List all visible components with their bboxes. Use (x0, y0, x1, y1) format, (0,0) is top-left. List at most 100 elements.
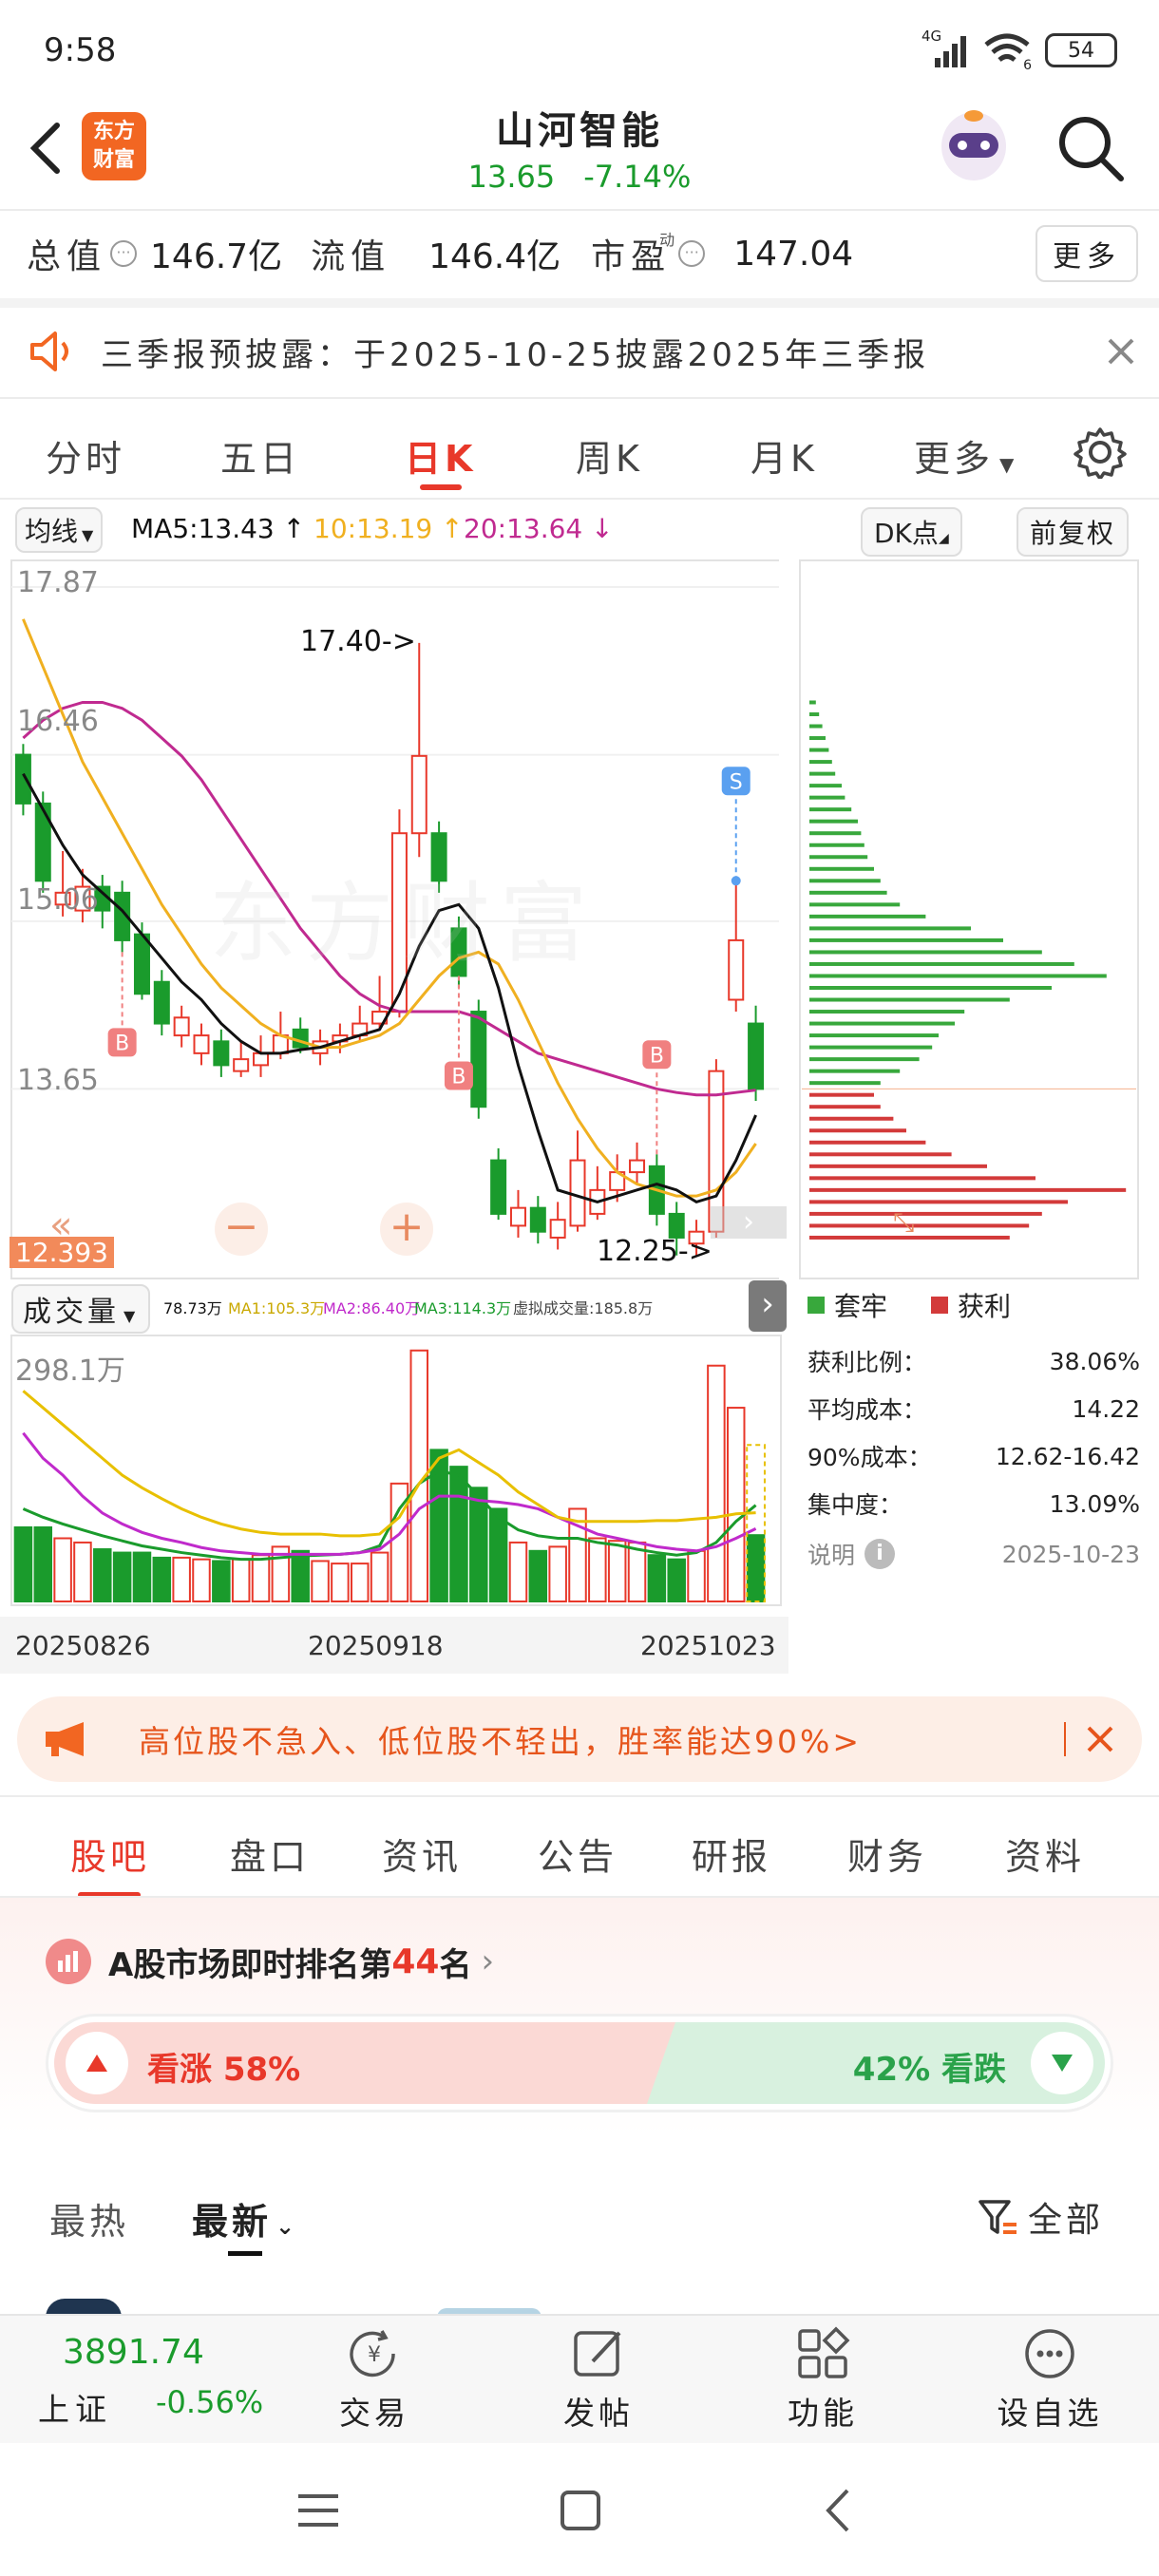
back-button[interactable] (19, 114, 76, 182)
home-icon[interactable] (557, 2487, 604, 2534)
volume-bar (607, 1540, 627, 1603)
tab-five-day[interactable]: 五日 (220, 429, 300, 482)
date-tick: 20250826 (15, 1630, 151, 1661)
promo-banner[interactable]: 高位股不急入、低位股不轻出，胜率能达90%> (17, 1696, 1142, 1782)
indicator-selector[interactable]: 成交量 ▼ (11, 1284, 151, 1334)
battery-icon: 54 (1045, 33, 1117, 67)
signal-marker-label: S (730, 770, 743, 794)
info-icon[interactable]: ··· (678, 240, 706, 267)
candle-body (668, 1212, 685, 1239)
filter-all-button[interactable]: 全部 (977, 2192, 1104, 2242)
index-quote[interactable]: 3891.74 上证 -0.56% (38, 2333, 285, 2437)
chip-stat-label: 平均成本： (808, 1396, 927, 1424)
more-dots-icon (1025, 2329, 1074, 2378)
ranking-suffix: 名 (439, 1945, 472, 1984)
scroll-left-button[interactable]: « (49, 1206, 87, 1244)
chart-tabs: 分时 五日 日K 周K 月K 更多 ▼ (0, 408, 1159, 494)
candle-body (74, 885, 91, 912)
candle-body (133, 933, 150, 995)
adjust-button[interactable]: 前复权 (1016, 507, 1130, 557)
info-icon[interactable]: ··· (110, 240, 138, 267)
recents-icon[interactable] (294, 2487, 342, 2534)
add-watchlist-button[interactable]: 设自选 (988, 2325, 1112, 2439)
expand-arrow-icon: ⤡ (893, 1206, 914, 1238)
ranking-chart-icon (46, 1939, 91, 1984)
search-button[interactable] (1054, 112, 1127, 184)
more-stats-button[interactable]: 更多 (1036, 225, 1138, 282)
volume-bar (112, 1551, 132, 1602)
chip-bar (809, 1152, 952, 1157)
chip-bar (809, 819, 858, 824)
chip-bar (809, 950, 1042, 955)
chip-bar (809, 1187, 1127, 1192)
chip-bar (809, 784, 842, 788)
virtual-volume: 虚拟成交量:185.8万 (513, 1299, 654, 1317)
brand-logo[interactable]: 东方财富 (82, 112, 146, 180)
candle-body (213, 1040, 230, 1067)
explain-link[interactable]: 说明 i (808, 1537, 896, 1571)
tab-weekly-k[interactable]: 周K (576, 429, 643, 482)
candle-body (233, 1058, 250, 1072)
bearish-label: 42% 看跌 (852, 2051, 1006, 2089)
notice-bar[interactable]: 三季报预披露：于2025-10-25披露2025年三季报 (27, 313, 1138, 389)
chip-stat-row: 平均成本： 14.22 (808, 1385, 1140, 1432)
tab-more[interactable]: 更多 ▼ (914, 429, 1017, 482)
functions-button[interactable]: 功能 (775, 2325, 870, 2439)
ranking-number: 44 (391, 1941, 440, 1981)
profit-legend-swatch (931, 1297, 949, 1314)
candle-body (34, 802, 51, 882)
chip-explain-row: 说明 i 2025-10-23 (808, 1527, 1140, 1581)
chevron-right-icon: › (481, 1942, 495, 1980)
trade-button[interactable]: ¥ 交易 (327, 2325, 422, 2439)
tab-announcements[interactable]: 公告 (538, 1828, 618, 1880)
bullish-button[interactable] (66, 2032, 128, 2094)
bearish-button[interactable] (1031, 2032, 1093, 2094)
chip-bar (809, 807, 852, 812)
bottom-toolbar: 3891.74 上证 -0.56% ¥ 交易 发帖 功能 设自选 (0, 2314, 1159, 2443)
chip-stat-label: 90%成本： (808, 1444, 932, 1471)
tab-forum[interactable]: 股吧 (70, 1828, 150, 1880)
tab-profile[interactable]: 资料 (1005, 1828, 1085, 1880)
tab-monthly-k[interactable]: 月K (750, 429, 818, 482)
zoom-out-button[interactable]: − (215, 1203, 268, 1256)
tab-daily-k[interactable]: 日K (405, 429, 476, 482)
zoom-in-button[interactable]: + (380, 1203, 433, 1256)
volume-bar (588, 1537, 607, 1602)
stock-change: -7.14% (583, 159, 692, 195)
market-ranking-link[interactable]: A股市场即时排名第 44 名 › (46, 1928, 494, 1995)
candlestick-chart[interactable]: B B B S (0, 559, 779, 1280)
tab-financials[interactable]: 财务 (847, 1828, 927, 1880)
signal-dot (731, 876, 741, 886)
dk-point-button[interactable]: DK点◢ (861, 507, 962, 557)
chip-stat-value: 12.62-16.42 (995, 1442, 1140, 1470)
settings-icon[interactable] (1074, 426, 1127, 479)
tab-orderbook[interactable]: 盘口 (230, 1828, 310, 1880)
scroll-right-button[interactable]: › (711, 1206, 787, 1239)
robot-avatar[interactable] (936, 106, 1012, 186)
chip-distribution-chart[interactable]: ⤡ (798, 559, 1140, 1280)
arrow-down-icon: ↓ (582, 513, 614, 544)
close-icon[interactable] (1083, 1722, 1117, 1756)
ma-selector[interactable]: 均线 ▼ (15, 507, 104, 553)
tab-news[interactable]: 资讯 (382, 1828, 462, 1880)
panel-toggle-button[interactable]: › (749, 1280, 787, 1332)
volume-value: 78.73万 (163, 1299, 222, 1317)
chip-bar (809, 926, 971, 931)
grid-icon (798, 2326, 850, 2378)
chip-bar (809, 902, 901, 907)
tab-research[interactable]: 研报 (692, 1828, 771, 1880)
candle-body (688, 1230, 705, 1245)
tab-intraday[interactable]: 分时 (46, 429, 125, 482)
chip-stat-row: 90%成本： 12.62-16.42 (808, 1432, 1140, 1480)
filter-hot[interactable]: 最热 (49, 2192, 129, 2245)
close-icon[interactable] (1104, 334, 1138, 369)
post-button[interactable]: 发帖 (551, 2325, 646, 2439)
speaker-icon (30, 331, 68, 371)
volume-bar (73, 1541, 92, 1602)
candle-body (728, 938, 745, 1001)
volume-bar (212, 1560, 231, 1603)
chip-bar (809, 890, 887, 895)
filter-latest[interactable]: 最新 ⌄ (192, 2192, 298, 2245)
volume-bar (667, 1558, 686, 1603)
back-nav-icon[interactable] (817, 2487, 864, 2534)
